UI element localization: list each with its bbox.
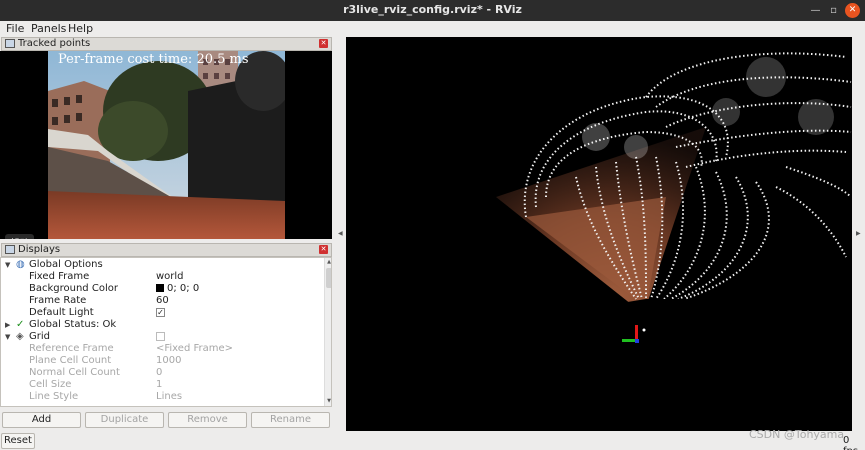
row-value[interactable]: 1000 xyxy=(156,355,181,367)
tree-row-global-status[interactable]: ▶ ✓ Global Status: Ok xyxy=(1,319,323,331)
tree-row-line-style[interactable]: Line Style Lines xyxy=(1,391,323,403)
collapse-arrow-icon[interactable]: ▶ xyxy=(5,319,10,331)
title-bar: r3live_rviz_config.rviz* - RViz — ▫ ✕ xyxy=(0,0,865,21)
tracked-points-title: Tracked points xyxy=(18,38,91,49)
menu-file[interactable]: File xyxy=(6,22,24,35)
row-name: Background Color xyxy=(29,283,118,294)
tree-row-cell-size[interactable]: Cell Size 1 xyxy=(1,379,323,391)
row-value[interactable]: 1 xyxy=(156,379,162,391)
point-cloud-scene xyxy=(496,52,852,343)
maximize-icon[interactable]: ▫ xyxy=(826,3,841,18)
fps-counter: 0 fps xyxy=(843,435,858,450)
tracked-points-image: Per-frame cost time: 20.5 ms 帮助 xyxy=(0,51,332,239)
window-title: r3live_rviz_config.rviz* - RViz xyxy=(343,3,522,16)
render-3d-view[interactable] xyxy=(346,37,852,431)
menu-panels[interactable]: Panels xyxy=(31,22,66,35)
row-value[interactable]: 0 xyxy=(156,367,162,379)
row-name: Frame Rate xyxy=(29,295,87,306)
globe-icon: ◍ xyxy=(16,259,25,270)
add-button[interactable]: Add xyxy=(2,412,81,428)
row-value[interactable]: 60 xyxy=(156,295,169,307)
grid-icon: ◈ xyxy=(16,331,24,342)
row-name: Fixed Frame xyxy=(29,271,90,282)
tree-scrollbar[interactable]: ▲ ▼ xyxy=(324,258,331,406)
menu-help[interactable]: Help xyxy=(68,22,93,35)
row-name: Default Light xyxy=(29,307,94,318)
frame-cost-text: Per-frame cost time: 20.5 ms xyxy=(58,52,249,67)
grid-checkbox[interactable] xyxy=(156,332,165,341)
rename-button[interactable]: Rename xyxy=(251,412,330,428)
scroll-down-icon[interactable]: ▼ xyxy=(325,398,331,404)
displays-tree: ▼ ◍ Global Options Fixed Frame world Bac… xyxy=(0,257,332,407)
row-name: Reference Frame xyxy=(29,343,114,354)
row-value[interactable]: 0; 0; 0 xyxy=(156,283,199,295)
row-name: Global Options xyxy=(29,259,103,270)
close-panel-icon[interactable]: ✕ xyxy=(319,39,328,48)
tree-row-frame-rate[interactable]: Frame Rate 60 xyxy=(1,295,323,307)
close-panel-icon[interactable]: ✕ xyxy=(319,245,328,254)
collapse-right-icon[interactable]: ▶ xyxy=(856,230,861,237)
default-light-checkbox[interactable]: ✓ xyxy=(156,308,165,317)
row-value[interactable]: Lines xyxy=(156,391,182,403)
tree-row-fixed-frame[interactable]: Fixed Frame world xyxy=(1,271,323,283)
image-panel-icon xyxy=(5,39,15,48)
row-name: Line Style xyxy=(29,391,79,402)
tree-row-grid[interactable]: ▼ ◈ Grid xyxy=(1,331,323,343)
camera-scene xyxy=(48,51,285,239)
check-icon: ✓ xyxy=(16,319,25,330)
expand-arrow-icon[interactable]: ▼ xyxy=(5,331,10,343)
row-name: Plane Cell Count xyxy=(29,355,112,366)
menu-bar: File Panels Help xyxy=(0,21,865,37)
tree-row-background-color[interactable]: Background Color 0; 0; 0 xyxy=(1,283,323,295)
scroll-up-icon[interactable]: ▲ xyxy=(325,259,331,265)
background-color-value: 0; 0; 0 xyxy=(167,283,200,294)
row-name: Grid xyxy=(29,331,50,342)
csdn-watermark: CSDN @Tohyama xyxy=(749,428,845,441)
close-window-icon[interactable]: ✕ xyxy=(845,3,860,18)
color-swatch xyxy=(156,284,164,292)
row-name: Cell Size xyxy=(29,379,72,390)
tree-row-reference-frame[interactable]: Reference Frame <Fixed Frame> xyxy=(1,343,323,355)
tree-row-plane-cell-count[interactable]: Plane Cell Count 1000 xyxy=(1,355,323,367)
displays-header: Displays ✕ xyxy=(1,243,332,257)
row-value[interactable]: world xyxy=(156,271,184,283)
collapse-left-icon[interactable]: ◀ xyxy=(338,230,343,237)
expand-arrow-icon[interactable]: ▼ xyxy=(5,259,10,271)
row-value[interactable]: <Fixed Frame> xyxy=(156,343,233,355)
displays-title: Displays xyxy=(18,244,61,255)
tree-row-default-light[interactable]: Default Light ✓ xyxy=(1,307,323,319)
displays-panel-icon xyxy=(5,245,15,254)
tracked-points-header: Tracked points ✕ xyxy=(1,37,332,51)
help-button[interactable]: 帮助 xyxy=(5,234,34,239)
minimize-icon[interactable]: — xyxy=(808,3,823,18)
remove-button[interactable]: Remove xyxy=(168,412,247,428)
duplicate-button[interactable]: Duplicate xyxy=(85,412,164,428)
camera-frame: Per-frame cost time: 20.5 ms xyxy=(48,51,285,239)
scroll-thumb[interactable] xyxy=(326,268,331,288)
row-name: Normal Cell Count xyxy=(29,367,120,378)
tree-row-normal-cell-count[interactable]: Normal Cell Count 0 xyxy=(1,367,323,379)
row-name: Global Status: Ok xyxy=(29,319,117,330)
tree-row-global-options[interactable]: ▼ ◍ Global Options xyxy=(1,259,323,271)
reset-button[interactable]: Reset xyxy=(1,433,35,449)
